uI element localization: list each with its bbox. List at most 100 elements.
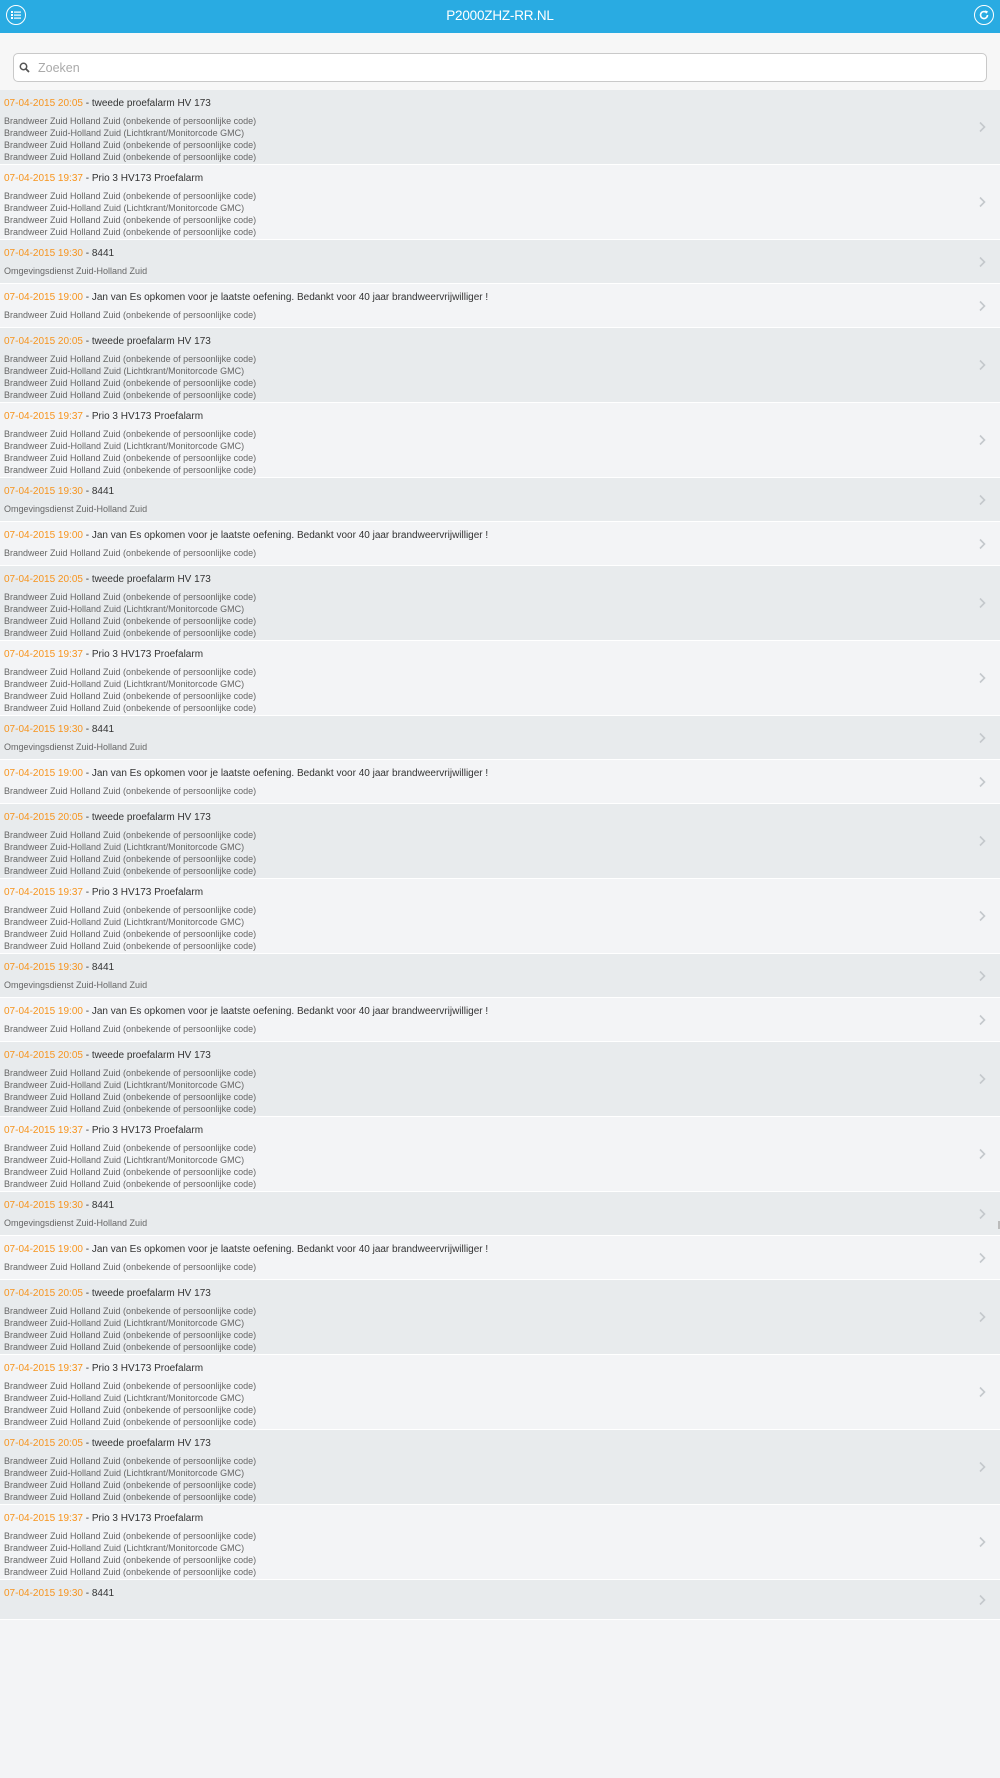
list-item[interactable]: 07-04-2015 19:30 - 8441 Omgevingsdienst Z… [0, 478, 1000, 522]
list-item[interactable]: 07-04-2015 19:37 - Prio 3 HV173 Proefala… [0, 1355, 1000, 1430]
menu-button[interactable] [6, 5, 26, 25]
item-message: Prio 3 HV173 Proefalarm [91, 649, 204, 660]
item-timestamp: 07-04-2015 19:37 [4, 1125, 83, 1136]
recipient-line: Brandweer Zuid Holland Zuid (onbekende o… [4, 854, 257, 864]
item-recipients: Brandweer Zuid Holland Zuid (onbekende o… [4, 547, 960, 559]
page-title: P2000ZHZ-RR.NL [446, 8, 554, 23]
item-recipients: Brandweer Zuid Holland Zuid (onbekende o… [4, 1455, 960, 1503]
separator: - [82, 173, 92, 184]
separator: - [82, 1050, 92, 1061]
recipient-line: Omgevingsdienst Zuid-Holland Zuid [4, 266, 148, 276]
recipient-line: Brandweer Zuid Holland Zuid (onbekende o… [4, 378, 257, 388]
recipient-line: Brandweer Zuid Holland Zuid (onbekende o… [4, 429, 257, 439]
separator: - [82, 1438, 92, 1449]
recipient-line: Brandweer Zuid-Holland Zuid (Lichtkrant/… [4, 842, 245, 852]
recipient-line: Brandweer Zuid Holland Zuid (onbekende o… [4, 929, 257, 939]
recipient-line: Brandweer Zuid-Holland Zuid (Lichtkrant/… [4, 1543, 245, 1553]
separator: - [82, 336, 92, 347]
item-timestamp: 07-04-2015 20:05 [4, 98, 83, 109]
recipient-line: Brandweer Zuid Holland Zuid (onbekende o… [4, 1381, 257, 1391]
separator: - [82, 768, 92, 779]
list-item[interactable]: 07-04-2015 20:05 - tweede proefalarm HV … [0, 566, 1000, 641]
list-item[interactable]: 07-04-2015 20:05 - tweede proefalarm HV … [0, 1280, 1000, 1355]
item-header: 07-04-2015 20:05 - tweede proefalarm HV … [4, 1287, 960, 1300]
separator: - [82, 486, 92, 497]
search-input[interactable] [36, 57, 940, 79]
chevron-right-icon [977, 1014, 987, 1026]
item-timestamp: 07-04-2015 20:05 [4, 1050, 83, 1061]
recipient-line: Brandweer Zuid Holland Zuid (onbekende o… [4, 152, 257, 162]
recipient-line: Omgevingsdienst Zuid-Holland Zuid [4, 742, 148, 752]
item-message: tweede proefalarm HV 173 [91, 98, 211, 109]
list-item[interactable]: 07-04-2015 19:00 - Jan van Es opkomen vo… [0, 284, 1000, 328]
item-timestamp: 07-04-2015 19:30 [4, 248, 83, 259]
item-timestamp: 07-04-2015 20:05 [4, 336, 83, 347]
list-item[interactable]: 07-04-2015 19:37 - Prio 3 HV173 Proefala… [0, 879, 1000, 954]
recipient-line: Brandweer Zuid Holland Zuid (onbekende o… [4, 1262, 257, 1272]
item-recipients: Brandweer Zuid Holland Zuid (onbekende o… [4, 829, 960, 877]
recipient-line: Brandweer Zuid Holland Zuid (onbekende o… [4, 667, 257, 677]
item-header: 07-04-2015 19:37 - Prio 3 HV173 Proefala… [4, 886, 960, 899]
list-item[interactable]: 07-04-2015 19:30 - 8441 Omgevingsdienst Z… [0, 1192, 1000, 1236]
list-item[interactable]: 07-04-2015 20:05 - tweede proefalarm HV … [0, 1042, 1000, 1117]
item-header: 07-04-2015 19:37 - Prio 3 HV173 Proefala… [4, 410, 960, 423]
recipient-line: Brandweer Zuid-Holland Zuid (Lichtkrant/… [4, 1468, 245, 1478]
recipient-line: Brandweer Zuid Holland Zuid (onbekende o… [4, 390, 257, 400]
recipient-line: Brandweer Zuid-Holland Zuid (Lichtkrant/… [4, 604, 245, 614]
separator: - [82, 98, 92, 109]
separator: - [82, 1006, 92, 1017]
list-item[interactable]: 07-04-2015 19:00 - Jan van Es opkomen vo… [0, 760, 1000, 804]
item-timestamp: 07-04-2015 19:37 [4, 1513, 83, 1524]
item-message: Jan van Es opkomen voor je laatste oefen… [91, 1006, 489, 1017]
item-timestamp: 07-04-2015 19:00 [4, 768, 83, 779]
search-icon [19, 62, 30, 73]
list-item[interactable]: 07-04-2015 19:37 - Prio 3 HV173 Proefala… [0, 403, 1000, 478]
separator: - [82, 411, 92, 422]
list-item[interactable]: 07-04-2015 19:00 - Jan van Es opkomen vo… [0, 1236, 1000, 1280]
item-message: Prio 3 HV173 Proefalarm [91, 1125, 204, 1136]
item-header: 07-04-2015 20:05 - tweede proefalarm HV … [4, 573, 960, 586]
item-recipients: Omgevingsdienst Zuid-Holland Zuid [4, 503, 960, 515]
item-message: Prio 3 HV173 Proefalarm [91, 1513, 204, 1524]
separator: - [82, 1363, 92, 1374]
chevron-right-icon [977, 910, 987, 922]
chevron-right-icon [977, 300, 987, 312]
item-timestamp: 07-04-2015 19:30 [4, 486, 83, 497]
chevron-right-icon [977, 1208, 987, 1220]
list-item[interactable]: 07-04-2015 19:37 - Prio 3 HV173 Proefala… [0, 165, 1000, 240]
list-item[interactable]: 07-04-2015 19:30 - 8441 [0, 1580, 1000, 1620]
item-recipients: Omgevingsdienst Zuid-Holland Zuid [4, 979, 960, 991]
list-item[interactable]: 07-04-2015 19:37 - Prio 3 HV173 Proefala… [0, 1505, 1000, 1580]
recipient-line: Brandweer Zuid-Holland Zuid (Lichtkrant/… [4, 917, 245, 927]
recipient-line: Brandweer Zuid-Holland Zuid (Lichtkrant/… [4, 1393, 245, 1403]
item-header: 07-04-2015 20:05 - tweede proefalarm HV … [4, 1049, 960, 1062]
separator: - [82, 812, 92, 823]
list-item[interactable]: 07-04-2015 19:30 - 8441 Omgevingsdienst Z… [0, 240, 1000, 284]
list-item[interactable]: 07-04-2015 19:00 - Jan van Es opkomen vo… [0, 522, 1000, 566]
item-timestamp: 07-04-2015 19:37 [4, 173, 83, 184]
item-message: 8441 [91, 1588, 115, 1599]
list-item[interactable]: 07-04-2015 20:05 - tweede proefalarm HV … [0, 804, 1000, 879]
recipient-line: Brandweer Zuid Holland Zuid (onbekende o… [4, 1531, 257, 1541]
item-recipients: Brandweer Zuid Holland Zuid (onbekende o… [4, 666, 960, 714]
list-item[interactable]: 07-04-2015 19:00 - Jan van Es opkomen vo… [0, 998, 1000, 1042]
recipient-line: Brandweer Zuid-Holland Zuid (Lichtkrant/… [4, 1080, 245, 1090]
item-message: tweede proefalarm HV 173 [91, 812, 211, 823]
item-header: 07-04-2015 19:00 - Jan van Es opkomen vo… [4, 291, 960, 304]
list-item[interactable]: 07-04-2015 20:05 - tweede proefalarm HV … [0, 1430, 1000, 1505]
item-header: 07-04-2015 19:30 - 8441 [4, 723, 960, 736]
item-message: 8441 [91, 248, 115, 259]
list-item[interactable]: 07-04-2015 19:30 - 8441 Omgevingsdienst Z… [0, 954, 1000, 998]
refresh-button[interactable] [974, 5, 994, 25]
list-item[interactable]: 07-04-2015 19:30 - 8441 Omgevingsdienst Z… [0, 716, 1000, 760]
list-item[interactable]: 07-04-2015 19:37 - Prio 3 HV173 Proefala… [0, 641, 1000, 716]
list-item[interactable]: 07-04-2015 19:37 - Prio 3 HV173 Proefala… [0, 1117, 1000, 1192]
item-timestamp: 07-04-2015 19:30 [4, 724, 83, 735]
list-item[interactable]: 07-04-2015 20:05 - tweede proefalarm HV … [0, 328, 1000, 403]
chevron-right-icon [977, 672, 987, 684]
separator: - [82, 1125, 92, 1136]
list-item[interactable]: 07-04-2015 20:05 - tweede proefalarm HV … [0, 90, 1000, 165]
item-header: 07-04-2015 19:37 - Prio 3 HV173 Proefala… [4, 1124, 960, 1137]
recipient-line: Brandweer Zuid Holland Zuid (onbekende o… [4, 628, 257, 638]
recipient-line: Brandweer Zuid Holland Zuid (onbekende o… [4, 1143, 257, 1153]
